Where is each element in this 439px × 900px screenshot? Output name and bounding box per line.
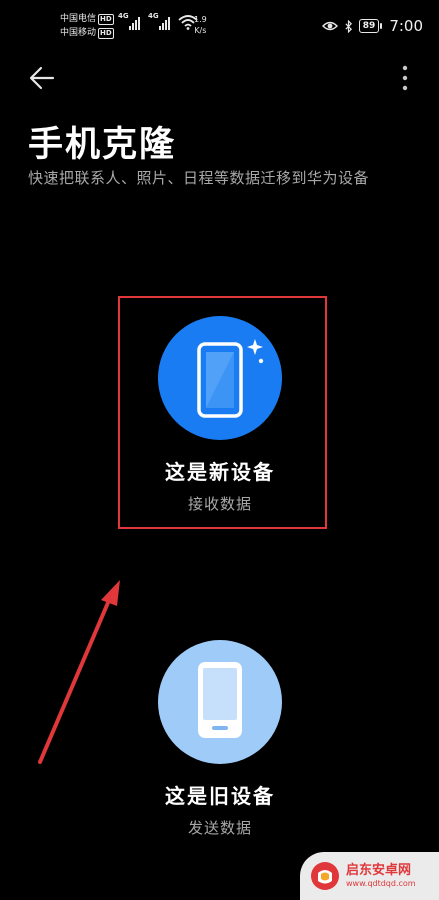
status-right-group: 89 7:00 [321,17,423,35]
carrier-1-name: 中国电信 [60,14,97,24]
old-device-sublabel: 发送数据 [187,819,252,837]
watermark-logo-icon [311,862,339,890]
clock: 7:00 [389,17,423,35]
watermark-name: 启东安卓网 [346,863,412,878]
back-button[interactable] [26,62,58,94]
network-type-1: 4G [118,12,129,20]
carrier-info: 中国电信 HD 中国移动 HD [60,12,114,40]
network-type-2: 4G [148,12,159,20]
watermark-url: www.qdtdqd.com [346,879,416,888]
battery-icon: 89 [358,19,382,33]
new-device-label: 这是新设备 [165,460,275,484]
signal-indicators: 4G 4G [118,12,198,30]
arrow-left-icon [29,66,55,90]
eye-icon [321,21,338,31]
new-device-circle [158,316,282,440]
page-subtitle: 快速把联系人、照片、日程等数据迁移到华为设备 [28,169,370,187]
watermark-text: 启东安卓网 www.qdtdqd.com [346,863,416,889]
watermark: 启东安卓网 www.qdtdqd.com [300,852,439,900]
battery-level: 89 [362,21,376,31]
more-vertical-icon [402,65,408,91]
carrier-2-name: 中国移动 [60,28,97,38]
signal-1-icon: 4G [118,12,140,30]
bluetooth-icon [345,19,352,33]
old-device-option[interactable]: 这是旧设备 发送数据 [110,640,330,838]
speed-value: 1.9 [194,15,207,24]
more-options-button[interactable] [392,60,418,96]
phone-icon [198,662,242,738]
phone-sparkle-icon [197,339,264,418]
new-device-sublabel: 接收数据 [187,495,252,513]
old-device-circle [158,640,282,764]
page-title: 手机克隆 [28,125,177,165]
new-device-option[interactable]: 这是新设备 接收数据 [110,316,330,514]
hd-badge-2: HD [98,27,114,39]
signal-2-icon: 4G [148,12,170,30]
hd-badge-1: HD [98,13,114,25]
speed-unit: K/s [194,26,207,35]
network-speed: 1.9 K/s [194,14,207,36]
old-device-label: 这是旧设备 [165,784,275,808]
status-bar: 中国电信 HD 中国移动 HD 4G 4G 1.9 K/s 89 7:00 [0,0,439,50]
